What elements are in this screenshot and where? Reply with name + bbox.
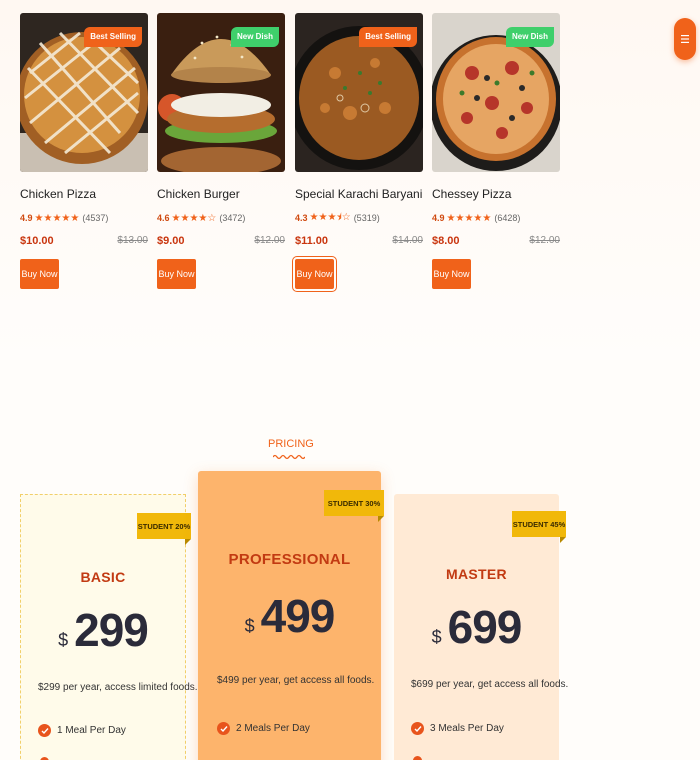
student-discount-badge: STUDENT 20% [137,513,191,545]
product-prices: $9.00 $12.00 [157,235,285,248]
buy-now-button[interactable]: Buy Now [157,259,196,289]
product-title[interactable]: Chessey Pizza [432,187,560,201]
plan-name: PROFESSIONAL [228,551,351,568]
currency-symbol: $ [244,616,255,636]
current-price: $11.00 [295,235,329,247]
menu-toggle-button[interactable] [674,18,696,60]
check-icon [413,756,422,760]
plan-price: $ 499 [198,589,381,643]
rating-value: 4.6 [157,213,170,223]
buy-now-button[interactable]: Buy Now [20,259,59,289]
current-price: $9.00 [157,235,185,247]
pricing-card-professional: STUDENT 30% PROFESSIONAL $ 499 $499 per … [198,471,384,760]
old-price: $12.00 [529,235,560,246]
pricing-card-basic: STUDENT 20% BASIC $ 299 $299 per year, a… [20,494,198,760]
star-icons: ★★★★★ [446,212,492,224]
rating-value: 4.9 [432,213,445,223]
badge-new-dish: New Dish [505,27,554,47]
current-price: $10.00 [20,235,54,247]
plan-name: MASTER [446,566,507,582]
star-icons: ★★★★☆ [171,212,217,224]
check-icon [38,724,51,737]
feature-label: 1 Meal Per Day [57,725,126,736]
badge-best-selling: Best Selling [84,27,142,47]
badge-new-dish: New Dish [230,27,279,47]
price-amount: 699 [447,601,523,653]
currency-symbol: $ [58,630,69,650]
product-card: Best Selling Chicken Pizza 4.9 ★★★★★ (45… [20,13,148,289]
product-image-special-karachi-baryani[interactable]: Best Selling [295,13,423,172]
product-rating: 4.3 ★★★⯨☆ (5319) [295,212,423,224]
plan-price: $ 299 [21,603,185,657]
rating-value: 4.3 [295,213,308,223]
plan-description: $499 per year, get access all foods. [217,675,375,686]
product-image-chicken-pizza[interactable]: Best Selling [20,13,148,172]
product-rating: 4.9 ★★★★★ (6428) [432,212,560,224]
student-discount-badge: STUDENT 30% [324,490,384,522]
price-amount: 299 [74,604,149,656]
old-price: $12.00 [254,235,285,246]
product-rating: 4.6 ★★★★☆ (3472) [157,212,285,224]
product-title[interactable]: Chicken Burger [157,187,285,201]
badge-best-selling: Best Selling [359,27,417,47]
plan-name: BASIC [80,569,126,585]
check-icon [411,722,424,735]
buy-now-button[interactable]: Buy Now [432,259,471,289]
old-price: $14.00 [392,235,423,246]
feature-label: 3 Meals Per Day [430,723,504,734]
plan-price: $ 699 [394,600,559,654]
plan-feature: 2 Meals Per Day [217,722,310,735]
rating-value: 4.9 [20,213,33,223]
plan-feature: 3 Meals Per Day [411,722,504,735]
plan-description: $299 per year, access limited foods. [38,682,198,693]
star-icons: ★★★⯨☆ [309,211,351,223]
rating-count: (6428) [494,213,521,223]
old-price: $13.00 [117,235,148,246]
buy-now-button[interactable]: Buy Now [292,256,337,292]
price-amount: 499 [260,590,336,642]
product-title[interactable]: Chicken Pizza [20,187,148,201]
plan-feature: 1 Meal Per Day [38,724,126,737]
product-card: Best Selling Special Karachi Baryani 4.3… [292,13,423,292]
product-rating: 4.9 ★★★★★ (4537) [20,212,148,224]
feature-label: 2 Meals Per Day [236,723,310,734]
pricing-section-label: PRICING [268,438,314,450]
product-image-chessey-pizza[interactable]: New Dish [432,13,560,172]
plan-description: $699 per year, get access all foods. [411,679,569,690]
check-icon [217,722,230,735]
rating-count: (4537) [82,213,109,223]
currency-symbol: $ [431,627,442,647]
menu-icon [681,35,689,43]
pricing-card-master: STUDENT 45% MASTER $ 699 $699 per year, … [394,494,568,760]
rating-count: (5319) [353,213,380,223]
current-price: $8.00 [432,235,460,247]
student-discount-badge: STUDENT 45% [512,511,566,543]
product-card: New Dish Chessey Pizza 4.9 ★★★★★ (6428) … [432,13,560,289]
squiggle-divider-icon [273,454,305,460]
rating-count: (3472) [219,213,246,223]
star-icons: ★★★★★ [34,212,80,224]
product-title[interactable]: Special Karachi Baryani [295,187,423,201]
product-image-chicken-burger[interactable]: New Dish [157,13,285,172]
product-card: New Dish Chicken Burger 4.6 ★★★★☆ (3472)… [157,13,285,289]
product-prices: $8.00 $12.00 [432,235,560,248]
product-prices: $10.00 $13.00 [20,235,148,248]
product-prices: $11.00 $14.00 [295,235,423,248]
